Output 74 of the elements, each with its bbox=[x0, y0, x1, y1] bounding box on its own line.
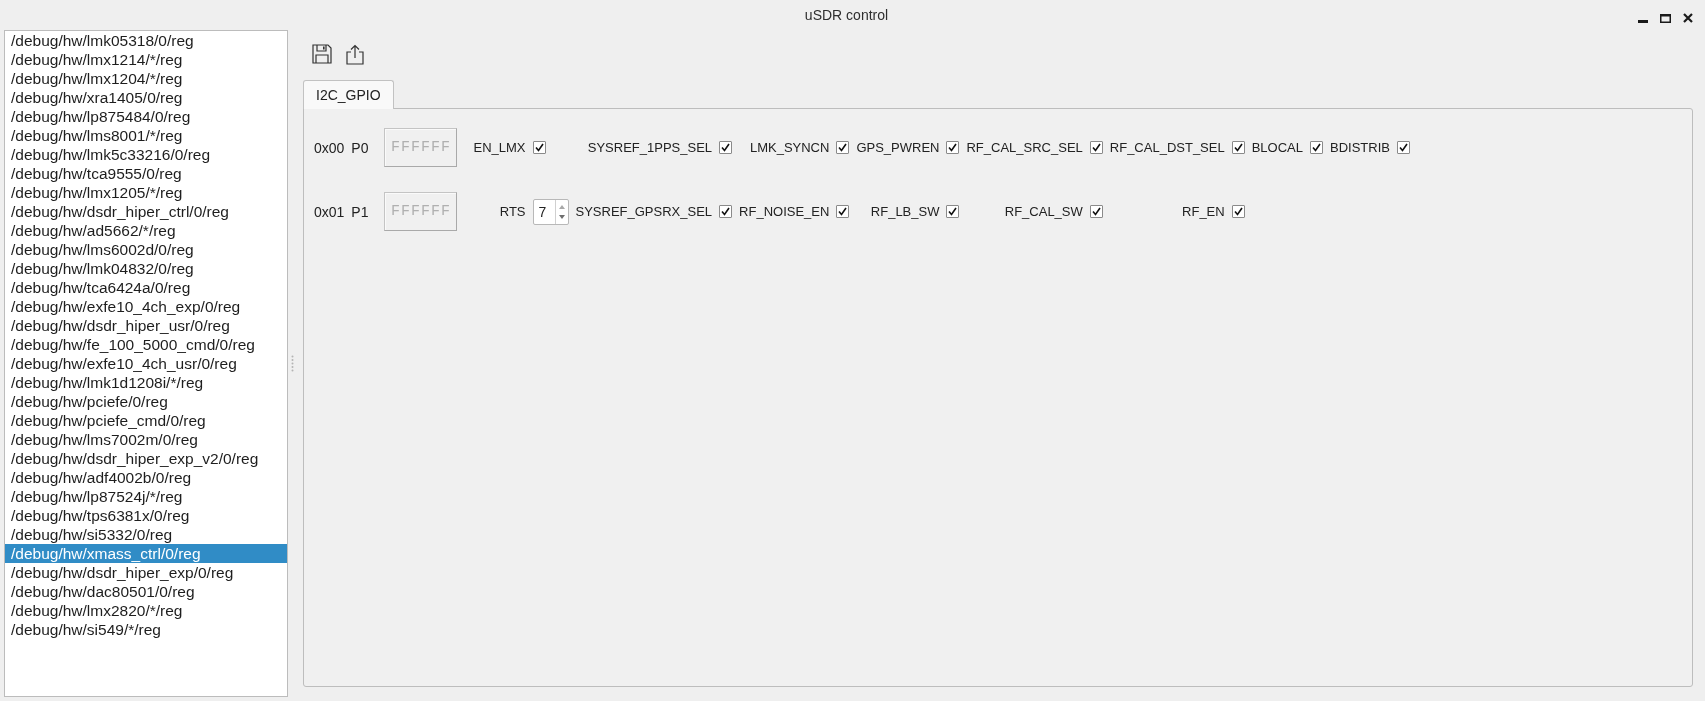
checkbox[interactable] bbox=[719, 205, 733, 218]
list-item[interactable]: /debug/hw/tps6381x/0/reg bbox=[5, 506, 287, 525]
field-label: EN_LMX bbox=[473, 140, 526, 155]
stepper-arrows-icon[interactable] bbox=[554, 199, 568, 224]
field-label: RF_NOISE_EN bbox=[739, 204, 830, 219]
field-label: RF_CAL_DST_SEL bbox=[1109, 140, 1225, 155]
close-icon[interactable] bbox=[1683, 13, 1693, 23]
field-label: RF_CAL_SW bbox=[1004, 204, 1083, 219]
list-item[interactable]: /debug/hw/dsdr_hiper_exp_v2/0/reg bbox=[5, 449, 287, 468]
maximize-icon[interactable] bbox=[1660, 14, 1671, 23]
port-label: P0 bbox=[351, 139, 369, 156]
list-item[interactable]: /debug/hw/fe_100_5000_cmd/0/reg bbox=[5, 335, 287, 354]
splitter-handle-icon[interactable] bbox=[290, 355, 294, 372]
list-item[interactable]: /debug/hw/lmx1204/*/reg bbox=[5, 69, 287, 88]
field-label: RF_CAL_SRC_SEL bbox=[966, 140, 1083, 155]
save-icon[interactable] bbox=[312, 44, 332, 64]
list-item[interactable]: /debug/hw/lmx2820/*/reg bbox=[5, 601, 287, 620]
checkbox[interactable] bbox=[946, 141, 960, 154]
lcd-display: FFFFFF bbox=[384, 192, 458, 231]
list-item[interactable]: /debug/hw/lmk04832/0/reg bbox=[5, 259, 287, 278]
list-item[interactable]: /debug/hw/lmx1205/*/reg bbox=[5, 183, 287, 202]
port-label: P1 bbox=[351, 203, 369, 220]
list-item[interactable]: /debug/hw/lmk1d1208i/*/reg bbox=[5, 373, 287, 392]
list-item[interactable]: /debug/hw/dsdr_hiper_ctrl/0/reg bbox=[5, 202, 287, 221]
field-label: SYSREF_GPSRX_SEL bbox=[575, 204, 713, 219]
list-item[interactable]: /debug/hw/dsdr_hiper_exp/0/reg bbox=[5, 563, 287, 582]
lcd-display: FFFFFF bbox=[384, 128, 458, 167]
list-item[interactable]: /debug/hw/si5332/0/reg bbox=[5, 525, 287, 544]
list-item[interactable]: /debug/hw/lms6002d/0/reg bbox=[5, 240, 287, 259]
checkbox[interactable] bbox=[836, 205, 850, 218]
checkbox[interactable] bbox=[1396, 141, 1410, 154]
checkbox[interactable] bbox=[532, 141, 546, 154]
list-item[interactable]: /debug/hw/si549/*/reg bbox=[5, 620, 287, 639]
spin-box[interactable]: 7 bbox=[532, 198, 569, 225]
list-item[interactable]: /debug/hw/exfe10_4ch_exp/0/reg bbox=[5, 297, 287, 316]
list-item[interactable]: /debug/hw/lmx1214/*/reg bbox=[5, 50, 287, 69]
field-label: RTS bbox=[499, 204, 526, 219]
list-item[interactable]: /debug/hw/lmk5c33216/0/reg bbox=[5, 145, 287, 164]
list-item[interactable]: /debug/hw/lms8001/*/reg bbox=[5, 126, 287, 145]
list-item[interactable]: /debug/hw/pciefe_cmd/0/reg bbox=[5, 411, 287, 430]
field-label: SYSREF_1PPS_SEL bbox=[587, 140, 713, 155]
register-address: 0x00 bbox=[314, 139, 345, 156]
list-item[interactable]: /debug/hw/lmk05318/0/reg bbox=[5, 31, 287, 50]
window-title: uSDR control bbox=[804, 7, 889, 23]
field-label: RF_LB_SW bbox=[870, 204, 940, 219]
tab[interactable]: I2C_GPIO bbox=[303, 80, 394, 109]
list-item[interactable]: /debug/hw/dac80501/0/reg bbox=[5, 582, 287, 601]
list-item[interactable]: /debug/hw/adf4002b/0/reg bbox=[5, 468, 287, 487]
list-item[interactable]: /debug/hw/dsdr_hiper_usr/0/reg bbox=[5, 316, 287, 335]
export-icon[interactable] bbox=[346, 44, 364, 65]
checkbox[interactable] bbox=[1089, 141, 1103, 154]
list-item[interactable]: /debug/hw/xra1405/0/reg bbox=[5, 88, 287, 107]
checkbox[interactable] bbox=[836, 141, 850, 154]
checkbox[interactable] bbox=[1089, 205, 1103, 218]
checkbox[interactable] bbox=[719, 141, 733, 154]
field-label: LMK_SYNCN bbox=[749, 140, 830, 155]
checkbox[interactable] bbox=[1231, 205, 1245, 218]
list-item[interactable]: /debug/hw/lp87524j/*/reg bbox=[5, 487, 287, 506]
field-label: BDISTRIB bbox=[1330, 140, 1390, 155]
checkbox[interactable] bbox=[1310, 141, 1323, 154]
checkbox[interactable] bbox=[1231, 141, 1245, 154]
list-item[interactable]: /debug/hw/ad5662/*/reg bbox=[5, 221, 287, 240]
field-label: BLOCAL bbox=[1251, 140, 1303, 155]
field-label: GPS_PWREN bbox=[856, 140, 940, 155]
list-item[interactable]: /debug/hw/xmass_ctrl/0/reg bbox=[5, 544, 287, 563]
list-item[interactable]: /debug/hw/lms7002m/0/reg bbox=[5, 430, 287, 449]
list-item[interactable]: /debug/hw/lp875484/0/reg bbox=[5, 107, 287, 126]
list-item[interactable]: /debug/hw/exfe10_4ch_usr/0/reg bbox=[5, 354, 287, 373]
field-label: RF_EN bbox=[1182, 204, 1225, 219]
list-item[interactable]: /debug/hw/pciefe/0/reg bbox=[5, 392, 287, 411]
checkbox[interactable] bbox=[946, 205, 960, 218]
register-address: 0x01 bbox=[314, 203, 345, 220]
list-item[interactable]: /debug/hw/tca9555/0/reg bbox=[5, 164, 287, 183]
list-item[interactable]: /debug/hw/tca6424a/0/reg bbox=[5, 278, 287, 297]
